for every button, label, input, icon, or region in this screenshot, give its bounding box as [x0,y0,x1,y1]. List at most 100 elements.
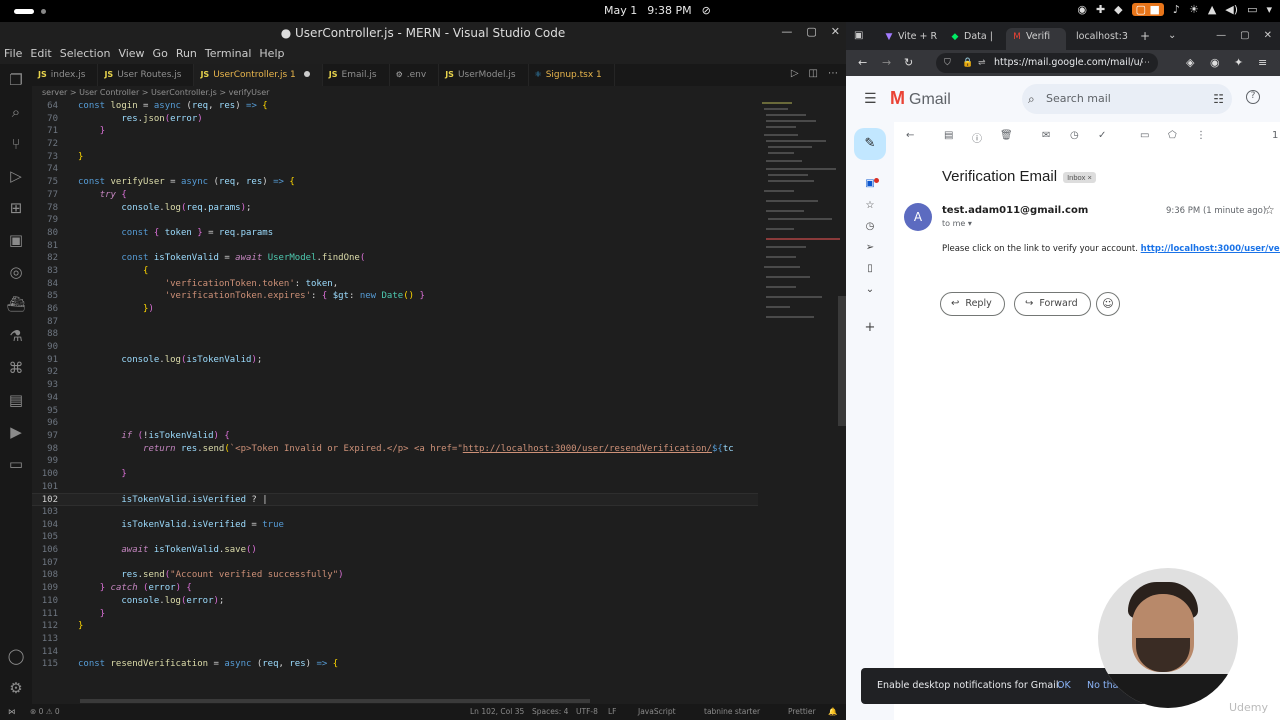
code-line[interactable]: 94 [32,392,758,405]
code-line[interactable]: 107 [32,557,758,570]
tab-env[interactable]: ⚙ .env [390,64,440,86]
close-icon[interactable]: ✕ [831,25,840,38]
reload-icon[interactable]: ↻ [904,56,913,69]
horizontal-scrollbar[interactable] [80,699,590,703]
database-icon[interactable]: ▤ [0,384,32,416]
lock-icon[interactable]: 🔒 [962,53,973,73]
tab-search-icon[interactable]: ▣ [854,30,863,41]
code-line[interactable]: 85 'verificationToken.expires': { $gt: n… [32,290,758,303]
code-line[interactable]: 79 [32,214,758,227]
sent-icon[interactable]: ➢ [863,242,877,256]
code-line[interactable]: 103 [32,506,758,519]
code-line[interactable]: 115 const resendVerification = async (req… [32,658,758,671]
search-options-icon[interactable]: ☷ [1213,84,1224,114]
gmail-logo[interactable]: M Gmail [890,88,951,109]
browser-tab-data[interactable]: ◆Data | C [944,28,1002,60]
code-line[interactable]: 82 const isTokenValid = await UserModel.… [32,252,758,265]
code-line[interactable]: 93 [32,379,758,392]
code-line[interactable]: 105 [32,531,758,544]
code-line[interactable]: 114 [32,646,758,659]
menu-go[interactable]: Go [153,47,168,60]
verify-link[interactable]: http://localhost:3000/user/verify/nzbgtx [1141,244,1280,254]
snoozed-icon[interactable]: ◷ [863,221,877,235]
tab-index-js[interactable]: JS index.js [32,64,99,86]
code-line[interactable]: 101 [32,481,758,494]
battery-icon[interactable]: ▭ [1247,3,1257,16]
back-icon[interactable]: ← [858,56,867,69]
move-to-icon[interactable]: ▭ [1140,130,1149,141]
shield-icon[interactable]: ⛉ [944,53,951,73]
activities-indicator[interactable] [14,9,34,14]
search-icon[interactable]: ⌕ [1028,84,1035,114]
delete-icon[interactable]: 🗑 [1000,130,1013,141]
maximize-icon[interactable]: ▢ [1240,30,1249,41]
menu-edit[interactable]: Edit [30,47,51,60]
code-editor[interactable]: 64 const login = async (req, res) => {70 … [32,100,758,720]
forward-icon[interactable]: → [882,56,891,69]
minimize-icon[interactable]: — [1216,30,1226,41]
add-task-icon[interactable]: ✓ [1098,130,1106,141]
code-line[interactable]: 109 } catch (error) { [32,582,758,595]
search-icon[interactable]: ⌕ [0,96,32,128]
code-line[interactable]: 73} [32,151,758,164]
minimize-icon[interactable]: — [781,25,792,38]
compose-button[interactable]: ✎ [854,128,886,160]
search-mail-input[interactable]: ⌕ Search mail ☷ [1022,84,1232,114]
menu-view[interactable]: View [118,47,144,60]
docker-icon[interactable]: ⛴ [0,288,32,320]
code-line[interactable]: 78 console.log(req.params); [32,202,758,215]
workspace-dot[interactable] [41,9,46,14]
forward-button[interactable]: ↪ Forward [1014,292,1091,316]
address-bar[interactable]: ⛉ 🔒 ⇌ https://mail.google.com/mail/u/ ⋯ [936,53,1158,73]
drafts-icon[interactable]: ▯ [863,263,877,277]
recipient-details[interactable]: to me ▾ [942,219,972,228]
back-to-inbox-icon[interactable]: ← [906,130,914,141]
code-line[interactable]: 106 await isTokenValid.save() [32,544,758,557]
code-line[interactable]: 84 'verficationToken.token': token, [32,278,758,291]
notification-ok-button[interactable]: OK [1057,668,1071,704]
site-settings-icon[interactable]: ⇌ [978,53,986,73]
code-line[interactable]: 75 const verifyUser = async (req, res) =>… [32,176,758,189]
browser-tab-localhost[interactable]: localhost:3 [1070,28,1138,50]
code-line[interactable]: 70 res.json(error) [32,113,758,126]
tab-list-chevron-icon[interactable]: ⌄ [1168,30,1176,41]
unsaved-dot-icon[interactable] [303,71,310,77]
account-icon[interactable]: ◉ [1210,56,1220,69]
youtube-icon[interactable]: ▶ [0,416,32,448]
github-icon[interactable]: ◎ [0,256,32,288]
avatar[interactable]: A [904,203,932,231]
emoji-reaction-icon[interactable]: ☺ [1096,292,1120,316]
tray-icon-1[interactable]: ◉ [1077,3,1087,16]
notifications-bell-icon[interactable]: 🔔 [828,704,837,720]
cursor-position[interactable]: Ln 102, Col 35 [470,704,524,720]
code-line[interactable]: 77 try { [32,189,758,202]
add-label-icon[interactable]: + [863,320,877,335]
run-icon[interactable]: ▷ [791,68,799,79]
mic-icon[interactable]: ♪ [1173,3,1180,16]
testing-icon[interactable]: ⚗ [0,320,32,352]
code-line[interactable]: 83 { [32,265,758,278]
code-line[interactable]: 81 [32,240,758,253]
code-line[interactable]: 91 console.log(isTokenValid); [32,354,758,367]
code-line[interactable]: 87 [32,316,758,329]
code-line[interactable]: 97 if (!isTokenValid) { [32,430,758,443]
wifi-icon[interactable]: ▲ [1208,3,1216,16]
extensions-icon[interactable]: ✦ [1234,56,1243,69]
explorer-icon[interactable]: ❐ [0,64,32,96]
code-line[interactable]: 102 isTokenValid.isVerified ? | [32,493,758,506]
new-tab-button[interactable]: + [1140,29,1150,43]
mark-unread-icon[interactable]: ✉ [1042,130,1050,141]
code-line[interactable]: 108 res.send("Account verified successfu… [32,569,758,582]
star-icon[interactable]: ☆ [1264,203,1275,217]
errors-icon[interactable]: ⊗ 0 ⚠ 0 [30,704,60,720]
encoding[interactable]: UTF-8 [576,704,598,720]
menu-run[interactable]: Run [176,47,197,60]
split-editor-icon[interactable]: ◫ [809,68,818,79]
main-menu-icon[interactable]: ☰ [864,91,877,107]
code-line[interactable]: 96 [32,417,758,430]
url-more-icon[interactable]: ⋯ [1141,53,1150,73]
code-line[interactable]: 98 return res.send(`<p>Token Invalid or … [32,443,758,456]
indentation[interactable]: Spaces: 4 [532,704,568,720]
recording-icon[interactable]: ▢ ■ [1131,3,1164,16]
prettier-status[interactable]: Prettier [788,704,816,720]
